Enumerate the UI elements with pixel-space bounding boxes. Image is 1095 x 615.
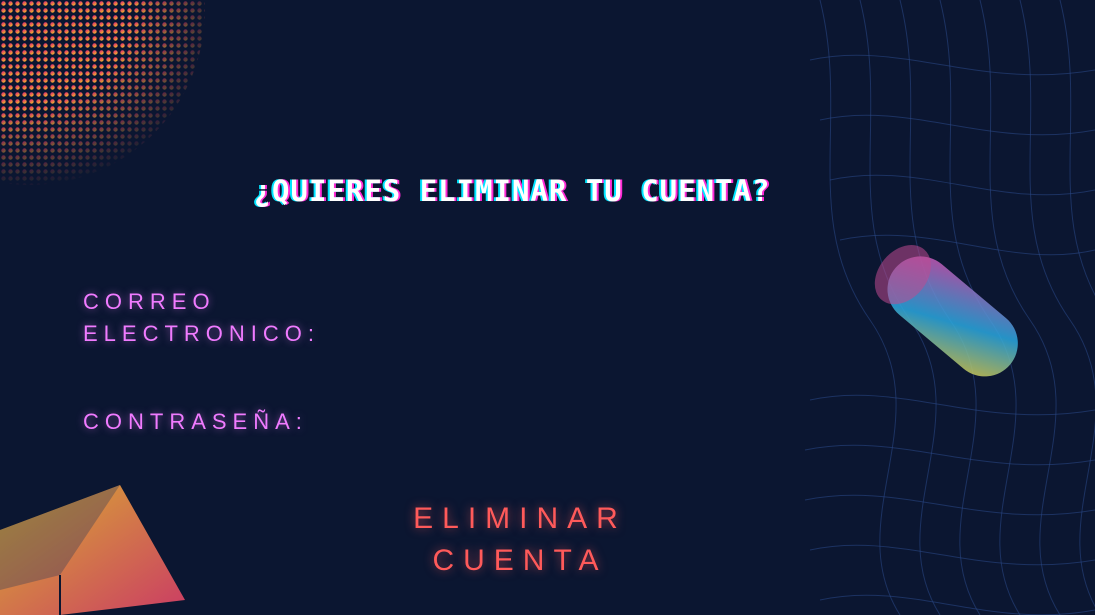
delete-button-line2: CUENTA [432,544,608,577]
dotted-cylinder-decoration [874,245,1018,377]
page-title: ¿QUIERES ELIMINAR TU CUENTA? [253,174,771,209]
email-label-line1: CORREO [83,289,216,314]
password-field[interactable] [345,405,679,439]
email-field[interactable] [345,305,679,339]
email-label-line2: ELECTRONICO: [83,321,321,346]
email-label: CORREO ELECTRONICO: [83,286,383,350]
dotted-cube-decoration [0,485,185,615]
dotted-circle-decoration [0,0,205,185]
delete-account-button[interactable]: ELIMINAR CUENTA [360,495,680,585]
password-label: CONTRASEÑA: [83,409,308,434]
delete-button-line1: ELIMINAR [413,502,627,535]
